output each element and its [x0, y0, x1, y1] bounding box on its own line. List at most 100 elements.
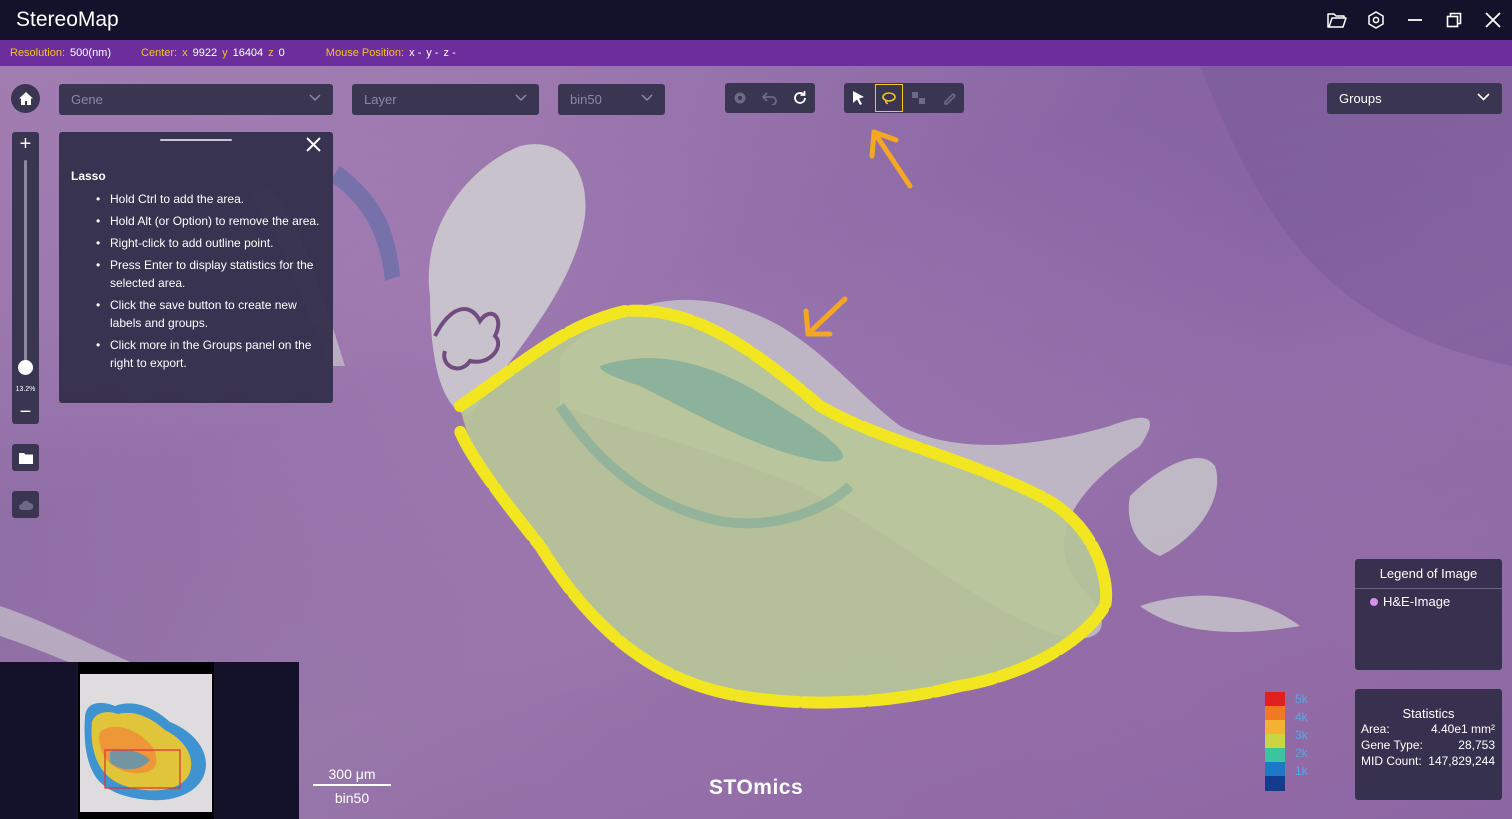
mouse-y-value: y -: [426, 47, 439, 59]
pointer-icon: [853, 91, 864, 105]
home-button[interactable]: [11, 84, 40, 113]
center-x-label: x: [182, 47, 188, 59]
stat-area-value: 4.40e1 mm²: [1430, 722, 1495, 736]
legend-dot-icon: [1370, 597, 1378, 606]
bin-select[interactable]: bin50: [558, 84, 665, 115]
panel-drag-handle[interactable]: [160, 139, 232, 141]
close-icon[interactable]: [1473, 0, 1512, 40]
groups-select-label: Groups: [1339, 91, 1382, 106]
zoom-slider-handle[interactable]: [18, 360, 33, 375]
open-folder-button[interactable]: [12, 444, 39, 471]
zoom-control: + 13.2% −: [12, 132, 39, 424]
stat-area: Area: 4.40e1 mm²: [1361, 721, 1495, 737]
mouse-z-value: z -: [443, 47, 456, 59]
chevron-down-icon: [1477, 93, 1490, 101]
scale-bin: bin50: [334, 790, 370, 806]
undo-icon: [762, 92, 777, 105]
stomics-logo: STOmics: [709, 776, 804, 799]
eraser-tool-button[interactable]: [934, 83, 964, 113]
resolution-label: Resolution:: [10, 47, 66, 59]
refresh-button[interactable]: [785, 83, 815, 113]
chevron-down-icon: [641, 94, 653, 102]
center-z-label: z: [268, 47, 274, 59]
close-panel-button[interactable]: [306, 137, 321, 157]
undo-button[interactable]: [755, 83, 785, 113]
colorbar-label: 1k: [1295, 764, 1308, 778]
statistics-panel: Statistics Area: 4.40e1 mm² Gene Type: 2…: [1355, 689, 1502, 800]
lasso-icon: [882, 92, 896, 105]
settings-tool-button[interactable]: [725, 83, 755, 113]
gene-select-placeholder: Gene: [71, 92, 103, 107]
center-x-value: 9922: [192, 47, 218, 59]
lasso-tool-button[interactable]: [874, 83, 904, 113]
home-icon: [18, 92, 33, 105]
colorbar-label: 5k: [1295, 692, 1308, 706]
lasso-instruction: Press Enter to display statistics for th…: [71, 256, 323, 292]
mouse-x-value: x -: [409, 47, 422, 59]
zoom-percent: 13.2%: [15, 386, 36, 393]
colorbar-labels: 5k 4k 3k 2k 1k: [1295, 690, 1308, 780]
selection-toolbar: [844, 83, 964, 113]
settings-icon[interactable]: [1356, 0, 1395, 40]
stat-mid-count-label: MID Count:: [1361, 754, 1422, 768]
layer-select[interactable]: Layer: [352, 84, 539, 115]
history-toolbar: [725, 83, 815, 113]
folder-open-icon[interactable]: [1317, 0, 1356, 40]
colorbar-label: 4k: [1295, 710, 1308, 724]
lasso-instruction: Right-click to add outline point.: [71, 234, 323, 252]
resolution-value: 500(nm): [70, 47, 112, 59]
rect-select-icon: [912, 92, 925, 104]
stat-mid-count: MID Count: 147,829,244: [1361, 753, 1495, 769]
restore-icon[interactable]: [1434, 0, 1473, 40]
legend-item[interactable]: H&E-Image: [1370, 594, 1502, 609]
bin-select-value: bin50: [570, 92, 602, 107]
annotation-arrow-up: [869, 129, 913, 189]
close-icon: [306, 137, 321, 152]
minimap-thumbnail: [78, 662, 214, 819]
zoom-track[interactable]: [24, 160, 27, 372]
minimize-icon[interactable]: [1395, 0, 1434, 40]
gear-icon: [734, 92, 746, 104]
pointer-tool-button[interactable]: [844, 83, 874, 113]
upload-button[interactable]: [12, 491, 39, 518]
center-y-value: 16404: [232, 47, 264, 59]
lasso-help-panel: Lasso Hold Ctrl to add the area. Hold Al…: [59, 132, 333, 403]
eraser-icon: [944, 92, 956, 105]
center-label: Center:: [141, 47, 178, 59]
lasso-instruction: Hold Alt (or Option) to remove the area.: [71, 212, 323, 230]
lasso-instruction: Click the save button to create new labe…: [71, 296, 323, 332]
stat-gene-type-value: 28,753: [1458, 738, 1495, 752]
gene-select[interactable]: Gene: [59, 84, 333, 115]
refresh-icon: [794, 91, 806, 104]
zoom-out-button[interactable]: −: [12, 400, 39, 424]
scale-distance: 300 μm: [328, 766, 376, 782]
chevron-down-icon: [309, 94, 321, 102]
info-bar: Resolution: 500(nm) Center: x 9922 y 164…: [0, 40, 1512, 66]
statistics-title: Statistics: [1402, 706, 1455, 721]
stat-mid-count-value: 147,829,244: [1428, 754, 1495, 768]
window-controls: [1317, 0, 1512, 40]
app-title: StereoMap: [16, 8, 119, 31]
groups-select[interactable]: Groups: [1327, 83, 1502, 114]
annotation-arrow-down: [803, 296, 848, 337]
scale-line: [313, 784, 391, 786]
stat-area-label: Area:: [1361, 722, 1390, 736]
lasso-instructions: Hold Ctrl to add the area. Hold Alt (or …: [71, 190, 323, 376]
stat-gene-type-label: Gene Type:: [1361, 738, 1423, 752]
legend-title: Legend of Image: [1355, 559, 1502, 589]
lasso-panel-title: Lasso: [71, 169, 106, 183]
rect-select-tool-button[interactable]: [904, 83, 934, 113]
lasso-instruction: Click more in the Groups panel on the ri…: [71, 336, 323, 372]
zoom-in-button[interactable]: +: [12, 132, 39, 156]
title-bar: StereoMap: [0, 0, 1512, 40]
minimap[interactable]: [0, 662, 299, 819]
center-z-value: 0: [278, 47, 285, 59]
colorbar-label: 3k: [1295, 728, 1308, 742]
expression-colorbar: [1265, 692, 1285, 791]
layer-select-placeholder: Layer: [364, 92, 397, 107]
stat-gene-type: Gene Type: 28,753: [1361, 737, 1495, 753]
mouse-position-label: Mouse Position:: [325, 47, 405, 59]
lasso-instruction: Hold Ctrl to add the area.: [71, 190, 323, 208]
legend-item-label: H&E-Image: [1383, 594, 1451, 609]
map-canvas[interactable]: Gene Layer bin50 Groups + 13.2% − Lasso …: [0, 66, 1512, 819]
